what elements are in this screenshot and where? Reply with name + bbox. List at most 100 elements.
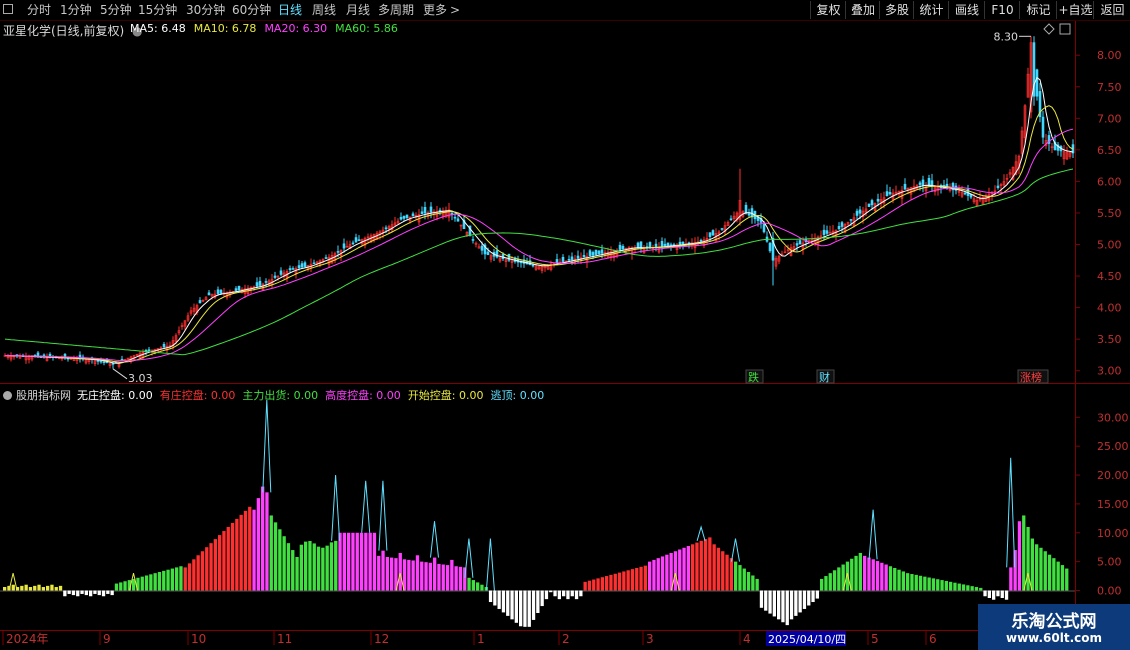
indicator-bar bbox=[617, 572, 622, 591]
indicator-bar bbox=[871, 559, 875, 591]
indicator-bar bbox=[596, 578, 600, 591]
candle-body bbox=[207, 292, 211, 296]
indicator-legend-item-4: 开始控盘: 0.00 bbox=[407, 389, 484, 402]
candle-body bbox=[531, 264, 535, 267]
indicator-bar bbox=[923, 576, 927, 591]
indicator-bar bbox=[587, 580, 592, 591]
escape-top-spike bbox=[430, 521, 439, 558]
indicator-bar bbox=[875, 561, 880, 591]
tab-period-10[interactable]: 更多 bbox=[423, 2, 447, 18]
toolbar-button-1[interactable]: 叠加 bbox=[845, 1, 880, 19]
candle-body bbox=[822, 229, 826, 235]
candle-body bbox=[438, 209, 442, 212]
indicator-bar bbox=[772, 590, 776, 617]
price-tick-label: 6.50 bbox=[1097, 144, 1122, 157]
tab-period-1[interactable]: 1分钟 bbox=[60, 2, 92, 18]
menu-square-icon[interactable] bbox=[3, 4, 13, 14]
stock-title[interactable]: 亚星化学(日线,前复权) ● bbox=[3, 22, 143, 39]
indicator-bar bbox=[269, 515, 273, 591]
indicator-bar bbox=[510, 590, 514, 620]
indicator-bar bbox=[385, 557, 389, 591]
candle-body bbox=[258, 280, 262, 286]
indicator-bar bbox=[1043, 551, 1047, 591]
candle-body bbox=[744, 204, 748, 214]
indicator-bar bbox=[721, 551, 725, 591]
tab-period-3[interactable]: 15分钟 bbox=[138, 2, 177, 18]
indicator-bar bbox=[652, 559, 656, 591]
indicator-bar bbox=[605, 576, 609, 591]
toolbar-button-2[interactable]: 多股 bbox=[879, 1, 914, 19]
indicator-legend-item-1: 有庄控盘: 0.00 bbox=[159, 389, 236, 402]
toolbar-button-3[interactable]: 统计 bbox=[913, 1, 949, 19]
indicator-bar bbox=[944, 580, 948, 591]
escape-top-spike bbox=[731, 538, 740, 562]
candle-body bbox=[621, 245, 625, 250]
indicator-bar bbox=[398, 552, 402, 591]
indicator-bar bbox=[540, 590, 544, 607]
candle-body bbox=[264, 281, 268, 283]
candle-body bbox=[279, 270, 283, 275]
indicator-bar bbox=[888, 566, 893, 591]
candle-body bbox=[486, 251, 490, 256]
candle-body bbox=[663, 243, 667, 247]
tab-period-8[interactable]: 月线 bbox=[346, 2, 370, 18]
indicator-bar bbox=[884, 564, 888, 591]
indicator-bar bbox=[514, 590, 518, 623]
candle-body bbox=[357, 239, 361, 242]
indicator-bar bbox=[106, 590, 110, 594]
candle-body bbox=[708, 232, 712, 237]
watermark-url: www.60lt.com bbox=[1005, 631, 1103, 645]
more-chevron-icon[interactable]: > bbox=[450, 2, 460, 18]
indicator-bar bbox=[837, 567, 841, 591]
toolbar-button-8[interactable]: 返回 bbox=[1093, 1, 1130, 19]
candle-body bbox=[876, 198, 880, 202]
indicator-bar bbox=[832, 570, 837, 591]
tab-period-6[interactable]: 日线 bbox=[278, 2, 302, 18]
chart-canvas[interactable]: 8.00 7.50 7.00 6.50 6.00 5.50 5.00 4.50 4.00 3.50… bbox=[0, 0, 1130, 650]
toolbar-button-5[interactable]: F10 bbox=[984, 1, 1020, 19]
toolbar-button-6[interactable]: 标记 bbox=[1019, 1, 1057, 19]
tab-period-2[interactable]: 5分钟 bbox=[100, 2, 132, 18]
toolbar-button-0[interactable]: 复权 bbox=[810, 1, 846, 19]
tab-period-7[interactable]: 周线 bbox=[312, 2, 336, 18]
indicator-bar bbox=[89, 590, 93, 597]
indicator-bar bbox=[218, 535, 222, 591]
tab-period-5[interactable]: 60分钟 bbox=[232, 2, 271, 18]
ma-legend-item-3: MA60: 5.86 bbox=[335, 22, 398, 35]
indicator-bar bbox=[144, 575, 149, 591]
candle-body bbox=[870, 200, 874, 206]
indicator-bar bbox=[648, 561, 652, 591]
indicator-bar bbox=[798, 590, 802, 613]
indicator-bar bbox=[239, 514, 243, 591]
indicator-bar bbox=[867, 557, 871, 591]
tab-period-4[interactable]: 30分钟 bbox=[186, 2, 225, 18]
tab-period-0[interactable]: 分时 bbox=[27, 2, 51, 18]
indicator-settings-icon[interactable] bbox=[3, 391, 12, 400]
tab-period-9[interactable]: 多周期 bbox=[378, 2, 414, 18]
indicator-bar bbox=[1035, 544, 1039, 591]
candle-body bbox=[273, 275, 277, 278]
escape-top-spike bbox=[331, 475, 341, 541]
toolbar: 分时 1分钟 5分钟 15分钟 30分钟 60分钟 日线 周线 月线 多周期 更多 > 复权 叠加 多股统… bbox=[0, 0, 1130, 21]
candle-body bbox=[297, 265, 301, 269]
candle-body bbox=[903, 183, 907, 190]
candle-body bbox=[594, 249, 598, 255]
candle-body bbox=[324, 257, 328, 259]
candle-body bbox=[399, 216, 403, 220]
indicator-bar bbox=[901, 571, 905, 591]
candle-body bbox=[1035, 69, 1039, 97]
indicator-bar bbox=[1047, 554, 1052, 591]
price-tick-label: 7.00 bbox=[1097, 112, 1122, 125]
candle-body bbox=[927, 177, 931, 187]
indicator-legend-item-0: 无庄控盘: 0.00 bbox=[77, 389, 153, 402]
indicator-bar bbox=[686, 546, 690, 591]
ma10-line bbox=[4, 105, 1074, 363]
price-tick-label: 6.00 bbox=[1097, 175, 1122, 188]
toolbar-button-7[interactable]: +自选 bbox=[1056, 1, 1094, 19]
indicator-bar bbox=[162, 570, 166, 591]
date-label: 2024年 bbox=[6, 632, 49, 646]
candle-body bbox=[597, 250, 601, 255]
indicator-bar bbox=[712, 544, 716, 591]
indicator-bar bbox=[101, 590, 106, 597]
toolbar-button-4[interactable]: 画线 bbox=[948, 1, 985, 19]
